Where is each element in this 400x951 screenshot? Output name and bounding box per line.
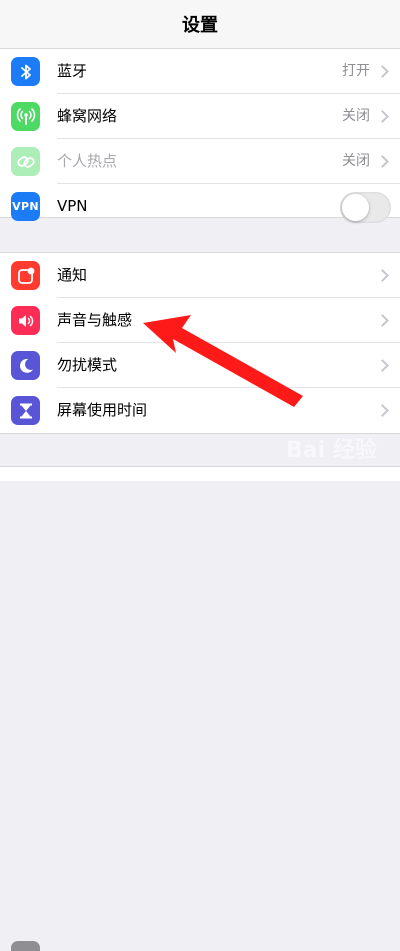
watermark: Bai 经验 [286,438,377,463]
gear-icon [11,941,40,951]
annotation-arrow [143,315,303,407]
